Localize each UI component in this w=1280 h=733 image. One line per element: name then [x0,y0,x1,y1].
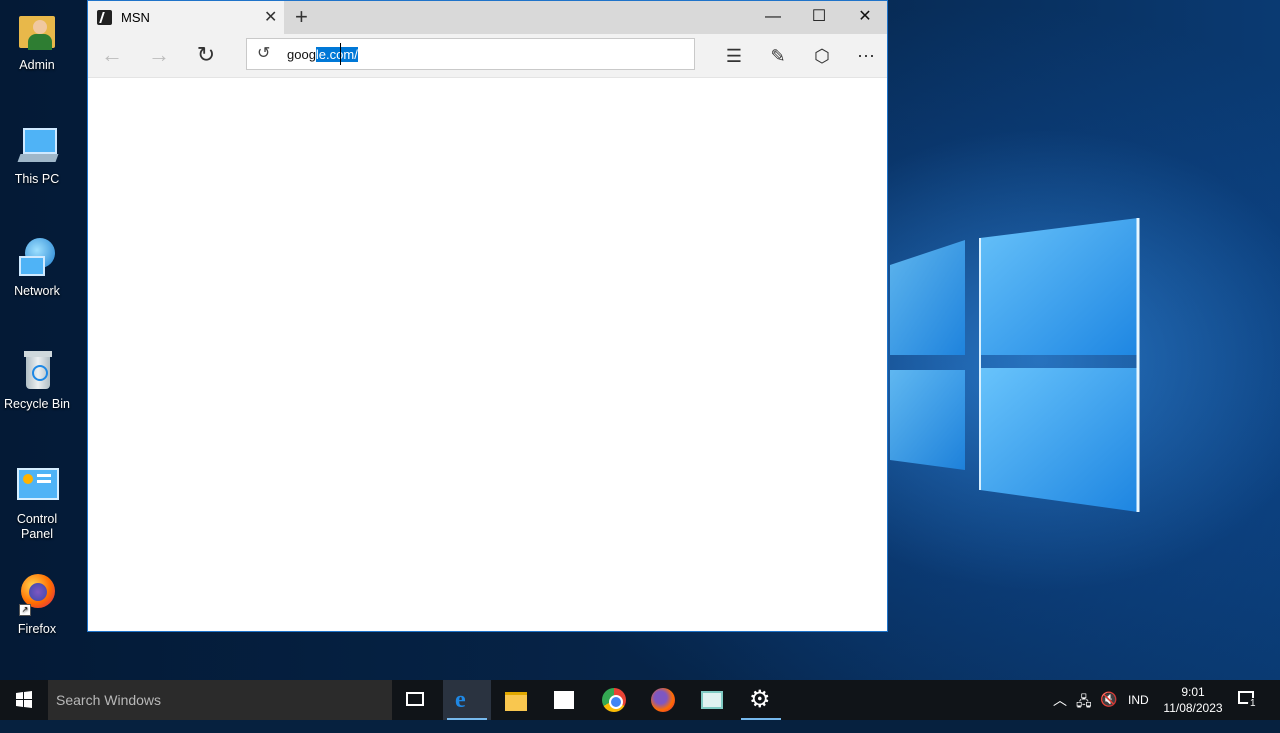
desktop-icon-label: Firefox [17,622,57,636]
taskbar-app[interactable] [688,680,736,720]
edge-icon: e [455,687,466,713]
history-icon: ↺ [257,45,271,62]
taskbar-chrome[interactable] [590,680,638,720]
start-button[interactable] [0,680,48,720]
hub-icon[interactable]: ☰ [722,44,746,68]
desktop-icon-admin[interactable]: Admin [0,10,74,73]
address-selected-text: le.com/ [315,47,358,62]
gear-icon: ⚙ [749,686,771,713]
clock-date: 11/08/2023 [1163,701,1223,715]
tab-title: MSN [121,10,150,25]
new-tab-icon[interactable]: + [295,4,308,30]
refresh-icon[interactable]: ↻ [194,44,218,68]
desktop-icon-label: Network [14,284,60,298]
taskbar-firefox[interactable] [639,680,687,720]
close-tab-icon[interactable]: ✕ [264,7,277,27]
text-cursor [340,43,341,65]
desktop-icon-this-pc[interactable]: This PC [0,124,74,187]
task-view-icon [406,692,424,706]
browser-toolbar: ← → ↻ ↺ google.com/ ☰ ✎ ⬡ ⋯ [88,34,887,78]
firefox-icon: ↗ [15,574,59,618]
tab-bar: MSN ✕ + — ☐ ✕ [88,1,887,34]
forward-icon[interactable]: → [147,44,171,68]
minimize-icon[interactable]: — [750,6,796,28]
desktop-icon-label: Control Panel [16,512,58,541]
network-globe-icon [15,236,59,280]
notification-count: 1 [1248,698,1258,709]
notification-center-button[interactable]: 1 [1236,688,1258,710]
windows-start-icon [16,691,32,708]
address-text[interactable]: google.com/ [287,47,358,62]
desktop-icon-network[interactable]: Network [0,236,74,299]
task-view-button[interactable] [392,680,440,720]
taskbar-file-explorer[interactable] [492,680,540,720]
taskbar-settings[interactable]: ⚙ [737,680,785,720]
maximize-icon[interactable]: ☐ [796,6,842,28]
clock-time: 9:01 [1181,685,1205,699]
share-icon[interactable]: ⬡ [810,44,834,68]
control-panel-icon [15,464,59,508]
desktop-icon-label: This PC [14,172,60,186]
close-window-icon[interactable]: ✕ [842,6,888,28]
page-content [88,78,887,631]
address-unselected-text: goog [287,47,316,62]
msn-favicon-icon [97,10,112,25]
computer-icon [15,124,59,168]
desktop-icon-firefox[interactable]: ↗ Firefox [0,574,74,637]
store-icon [554,691,574,709]
taskbar-store[interactable] [540,680,588,720]
desktop-icon-control-panel[interactable]: Control Panel [0,464,74,542]
folder-icon [505,692,527,711]
firefox-icon [651,688,675,712]
windows-logo-wallpaper [890,218,1140,512]
desktop-icon-label: Recycle Bin [4,397,70,411]
more-icon[interactable]: ⋯ [854,44,878,68]
taskbar-edge[interactable]: e [443,680,491,720]
search-placeholder: Search Windows [56,692,162,708]
chrome-icon-center [609,695,623,709]
tab-msn[interactable]: MSN ✕ [88,1,284,34]
web-note-icon[interactable]: ✎ [766,44,790,68]
clock[interactable]: 9:01 11/08/2023 [1160,684,1226,716]
recycle-bin-icon [15,349,59,393]
back-icon[interactable]: ← [100,44,124,68]
desktop-icon-label: Admin [19,58,55,72]
volume-muted-icon[interactable]: 🔇 [1100,691,1117,731]
language-indicator[interactable]: IND [1128,693,1149,733]
desktop-icon-recycle-bin[interactable]: Recycle Bin [0,349,74,412]
address-bar[interactable]: ↺ google.com/ [246,38,695,70]
show-hidden-icons-icon[interactable]: ︿ [1053,690,1067,730]
network-tray-icon[interactable]: 🖧 [1076,691,1092,731]
user-folder-icon [15,10,59,54]
browser-window: MSN ✕ + — ☐ ✕ ← → ↻ ↺ google.com/ ☰ ✎ ⬡ … [87,0,888,632]
search-box[interactable]: Search Windows [48,680,392,720]
taskbar: Search Windows e ⚙ ︿ 🖧 🔇 IND 9:01 11/08/… [0,680,1280,720]
app-window-icon [701,691,723,709]
